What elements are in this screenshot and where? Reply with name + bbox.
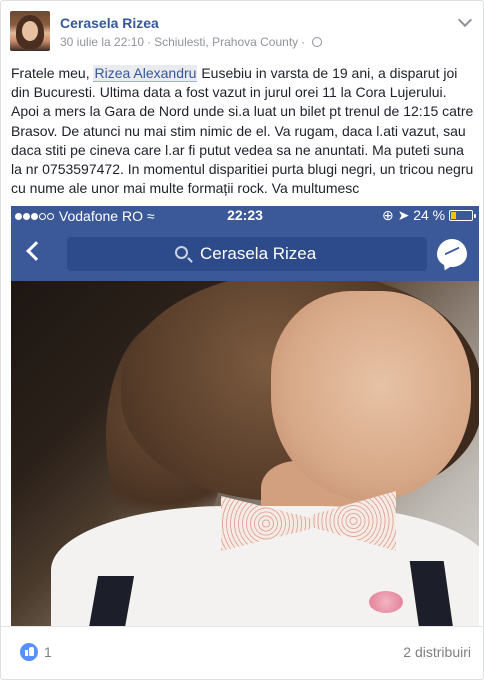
ios-status-bar: Vodafone RO ≈ 22:23 ⊕ ➤ 24 % <box>11 206 479 226</box>
location-icon: ➤ <box>397 207 410 223</box>
post-header: Cerasela Rizea 30 iulie la 22:10 · Schiule… <box>10 9 474 53</box>
battery-percent: 24 % <box>413 207 446 223</box>
back-icon <box>26 241 46 261</box>
like-count[interactable]: 1 <box>44 644 52 660</box>
post-text-rest: Eusebiu in varsta de 19 ani, a disparut … <box>11 65 474 197</box>
globe-icon[interactable] <box>312 37 323 47</box>
status-right: ⊕ ➤ 24 % <box>381 207 476 224</box>
post-text-start: Fratele meu, <box>11 65 94 81</box>
facebook-navbar: Cerasela Rizea <box>11 226 479 281</box>
chevron-down-icon[interactable] <box>457 12 473 28</box>
author-name[interactable]: Cerasela Rizea <box>60 15 159 31</box>
meta-separator-2: · <box>301 35 306 49</box>
facebook-post: Cerasela Rizea 30 iulie la 22:10 · Schiule… <box>0 0 484 680</box>
mention-link[interactable]: Rizea Alexandru <box>93 65 198 82</box>
search-icon <box>175 246 188 259</box>
post-text: Fratele meu, Rizea Alexandru Eusebiu in … <box>11 64 477 198</box>
avatar[interactable] <box>10 11 50 51</box>
lock-rotation-icon: ⊕ <box>381 207 394 223</box>
meta-separator: · <box>147 35 152 49</box>
post-location[interactable]: Schiulesti, Prahova County <box>154 35 298 49</box>
search-bar: Cerasela Rizea <box>67 237 427 271</box>
profile-photo <box>11 281 479 626</box>
attached-screenshot[interactable]: Vodafone RO ≈ 22:23 ⊕ ➤ 24 % Cerasela Ri… <box>11 206 479 626</box>
battery-icon <box>449 210 476 221</box>
like-icon[interactable] <box>20 643 38 661</box>
post-footer: 1 2 distribuiri <box>1 626 483 680</box>
messenger-icon <box>437 239 467 267</box>
post-meta: 30 iulie la 22:10 · Schiulesti, Prahova Co… <box>60 35 323 49</box>
shares-count[interactable]: 2 distribuiri <box>403 644 471 660</box>
search-label: Cerasela Rizea <box>200 244 317 263</box>
post-date[interactable]: 30 iulie la 22:10 <box>60 35 144 49</box>
